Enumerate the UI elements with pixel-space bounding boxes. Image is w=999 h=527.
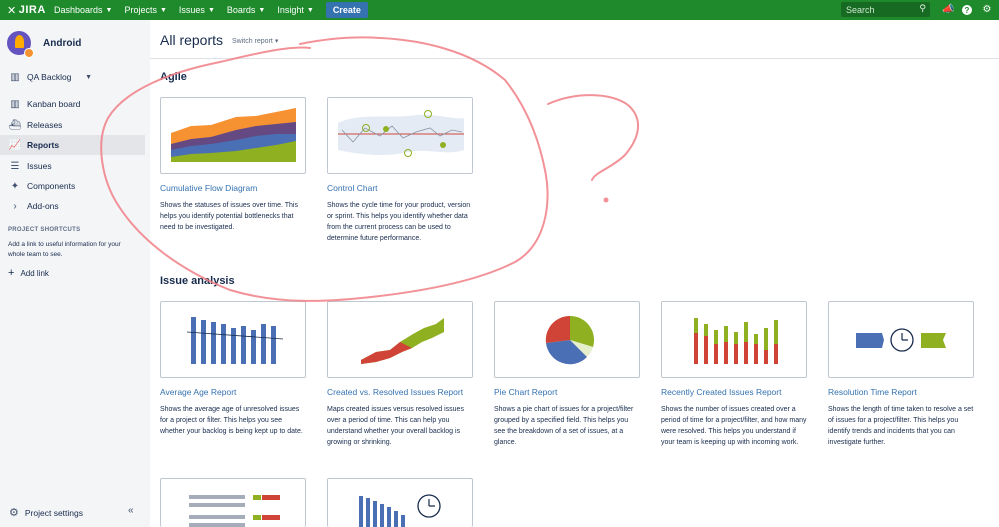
card-description: Shows the length of time taken to resolv… — [828, 406, 974, 446]
ship-icon: ⛴ — [8, 119, 22, 131]
board-icon: ▥ — [10, 98, 20, 110]
switch-report-dropdown[interactable]: Switch report ▾ — [232, 37, 278, 45]
sidebar-item-reports[interactable]: 📈 Reports — [0, 135, 145, 155]
create-button[interactable]: Create — [325, 2, 368, 18]
add-link-button[interactable]: + Add link — [8, 267, 49, 279]
section-title-agile: Agile — [160, 71, 187, 83]
nav-dashboards[interactable]: Dashboards ▼ — [48, 0, 118, 20]
card-description: Shows the cycle time for your product, v… — [327, 202, 471, 242]
project-shortcuts-heading: PROJECT SHORTCUTS — [8, 227, 81, 233]
issues-icon: ☰ — [10, 160, 20, 172]
card-description: Shows the statuses of issues over time. … — [160, 202, 298, 231]
main-content: All reports Switch report ▾ Agile Cumula… — [150, 20, 999, 527]
project-shortcuts-help: Add a link to useful information for you… — [8, 241, 121, 258]
chevron-down-icon: ▼ — [159, 6, 167, 14]
project-settings-link[interactable]: ⚙ Project settings — [9, 506, 83, 519]
report-card-partial[interactable] — [327, 478, 473, 527]
cumulative-flow-thumbnail[interactable] — [160, 97, 306, 174]
chevron-down-icon: ▼ — [207, 6, 215, 14]
project-sidebar: Android ▥ QA Backlog ▼ ▥ Kanban board ⛴ … — [0, 20, 150, 527]
project-avatar — [7, 31, 34, 58]
partial-report-thumbnail[interactable] — [160, 478, 306, 527]
card-title[interactable]: Control Chart — [327, 183, 473, 193]
sidebar-item-releases[interactable]: ⛴ Releases — [0, 115, 145, 135]
card-description: Shows the average age of unresolved issu… — [160, 406, 303, 435]
chevron-down-icon: ▼ — [306, 6, 314, 14]
feedback-icon[interactable]: 📣 — [942, 3, 954, 17]
pie-chart-thumbnail[interactable] — [494, 301, 640, 378]
nav-insight[interactable]: Insight ▼ — [271, 0, 319, 20]
control-chart-thumbnail[interactable] — [327, 97, 473, 174]
plus-icon: + — [8, 267, 15, 279]
report-card-pie-chart[interactable]: Pie Chart Report Shows a pie chart of is… — [494, 301, 640, 448]
card-title[interactable]: Resolution Time Report — [828, 387, 974, 397]
chevron-right-icon: › — [13, 200, 17, 212]
card-title[interactable]: Average Age Report — [160, 387, 306, 397]
board-selector[interactable]: ▥ QA Backlog ▼ — [0, 67, 145, 87]
resolution-time-thumbnail[interactable] — [828, 301, 974, 378]
help-icon[interactable]: ? — [961, 3, 973, 17]
chevron-down-icon: ▾ — [274, 38, 279, 45]
page-title: All reports — [160, 32, 224, 48]
card-title[interactable]: Cumulative Flow Diagram — [160, 183, 306, 193]
report-card-recently-created[interactable]: Recently Created Issues Report Shows the… — [661, 301, 807, 448]
sidebar-item-add-ons[interactable]: › Add-ons — [0, 196, 145, 216]
sidebar-item-kanban-board[interactable]: ▥ Kanban board — [0, 94, 145, 114]
collapse-sidebar-icon[interactable]: « — [128, 505, 134, 516]
svg-text:?: ? — [965, 6, 970, 15]
report-card-resolution-time[interactable]: Resolution Time Report Shows the length … — [828, 301, 974, 448]
nav-boards[interactable]: Boards ▼ — [221, 0, 271, 20]
chevron-down-icon: ▼ — [258, 6, 266, 14]
project-header[interactable]: Android — [7, 31, 82, 58]
section-title-issue-analysis: Issue analysis — [160, 275, 235, 287]
search-input[interactable]: Search ⚲ — [841, 2, 930, 17]
page-header: All reports Switch report ▾ — [150, 20, 999, 59]
card-description: Shows a pie chart of issues for a projec… — [494, 406, 634, 446]
average-age-thumbnail[interactable] — [160, 301, 306, 378]
gear-icon: ⚙ — [9, 507, 19, 519]
project-name: Android — [43, 37, 82, 49]
search-icon[interactable]: ⚲ — [919, 3, 926, 14]
board-icon: ▥ — [10, 71, 20, 83]
sidebar-item-issues[interactable]: ☰ Issues — [0, 156, 145, 176]
avatar-badge — [24, 48, 34, 58]
card-title[interactable]: Pie Chart Report — [494, 387, 640, 397]
report-card-average-age[interactable]: Average Age Report Shows the average age… — [160, 301, 306, 437]
settings-icon[interactable]: ⚙ — [981, 3, 993, 17]
nav-projects[interactable]: Projects ▼ — [118, 0, 172, 20]
chart-icon: 📈 — [8, 139, 22, 151]
chevron-down-icon: ▼ — [85, 73, 92, 81]
chevron-down-icon: ▼ — [105, 6, 113, 14]
puzzle-icon: ✦ — [10, 180, 20, 192]
created-vs-resolved-thumbnail[interactable] — [327, 301, 473, 378]
report-card-created-vs-resolved[interactable]: Created vs. Resolved Issues Report Maps … — [327, 301, 473, 448]
partial-report-thumbnail[interactable] — [327, 478, 473, 527]
jira-logo[interactable]: ✕ JIRA — [0, 4, 48, 17]
recently-created-thumbnail[interactable] — [661, 301, 807, 378]
sidebar-item-components[interactable]: ✦ Components — [0, 176, 145, 196]
report-card-partial[interactable] — [160, 478, 306, 527]
card-title[interactable]: Created vs. Resolved Issues Report — [327, 387, 473, 397]
card-description: Shows the number of issues created over … — [661, 406, 807, 446]
report-card-control-chart[interactable]: Control Chart Shows the cycle time for y… — [327, 97, 473, 244]
card-title[interactable]: Recently Created Issues Report — [661, 387, 807, 397]
report-card-cumulative-flow[interactable]: Cumulative Flow Diagram Shows the status… — [160, 97, 306, 233]
card-description: Maps created issues versus resolved issu… — [327, 406, 464, 446]
nav-issues[interactable]: Issues ▼ — [173, 0, 221, 20]
jira-logo-icon: ✕ — [7, 4, 17, 17]
